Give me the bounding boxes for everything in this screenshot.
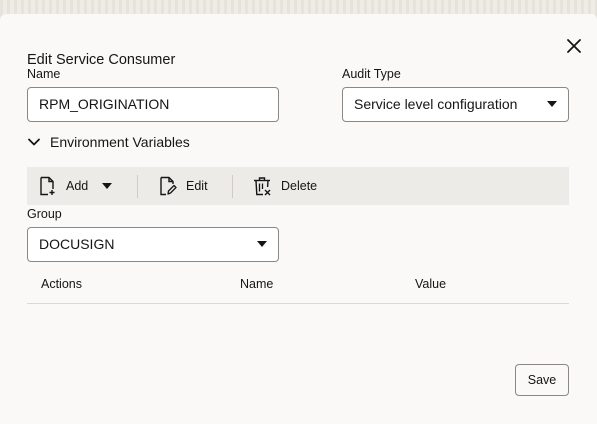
column-header-value[interactable]: Value: [415, 277, 446, 291]
edit-button[interactable]: Edit: [159, 167, 208, 205]
environment-variables-toggle[interactable]: Environment Variables: [27, 132, 190, 152]
environment-variables-label: Environment Variables: [50, 134, 190, 150]
env-variables-toolbar: Add Edit Delete: [27, 167, 569, 205]
audit-type-select[interactable]: Service level configuration: [342, 87, 569, 122]
add-button-label: Add: [66, 179, 89, 193]
trash-icon: [254, 177, 271, 196]
edit-button-label: Edit: [186, 179, 208, 193]
audit-type-value: Service level configuration: [354, 96, 518, 112]
dialog-title: Edit Service Consumer: [27, 52, 176, 68]
close-icon: [567, 39, 581, 53]
add-file-icon: [40, 176, 55, 196]
close-button[interactable]: [564, 36, 584, 56]
column-header-name[interactable]: Name: [240, 277, 273, 291]
audit-type-label: Audit Type: [342, 67, 401, 81]
name-input[interactable]: RPM_ORIGINATION: [27, 87, 279, 122]
caret-down-icon: [257, 241, 267, 247]
column-header-actions[interactable]: Actions: [41, 277, 82, 291]
group-value: DOCUSIGN: [39, 236, 115, 252]
add-button[interactable]: Add: [39, 167, 113, 205]
group-select[interactable]: DOCUSIGN: [27, 227, 279, 262]
caret-down-icon: [547, 101, 557, 107]
edit-service-consumer-dialog: Edit Service Consumer Name RPM_ORIGINATI…: [0, 14, 597, 424]
save-button[interactable]: Save: [515, 364, 569, 396]
name-label: Name: [27, 67, 61, 81]
name-input-value: RPM_ORIGINATION: [39, 96, 170, 112]
toolbar-divider: [232, 175, 233, 198]
group-label: Group: [27, 207, 62, 221]
caret-down-icon: [102, 183, 113, 189]
edit-file-icon: [160, 176, 177, 196]
delete-button[interactable]: Delete: [252, 167, 317, 205]
table-header-divider: [27, 303, 569, 304]
chevron-down-icon: [28, 138, 40, 146]
toolbar-divider: [137, 175, 138, 198]
delete-button-label: Delete: [281, 179, 318, 193]
